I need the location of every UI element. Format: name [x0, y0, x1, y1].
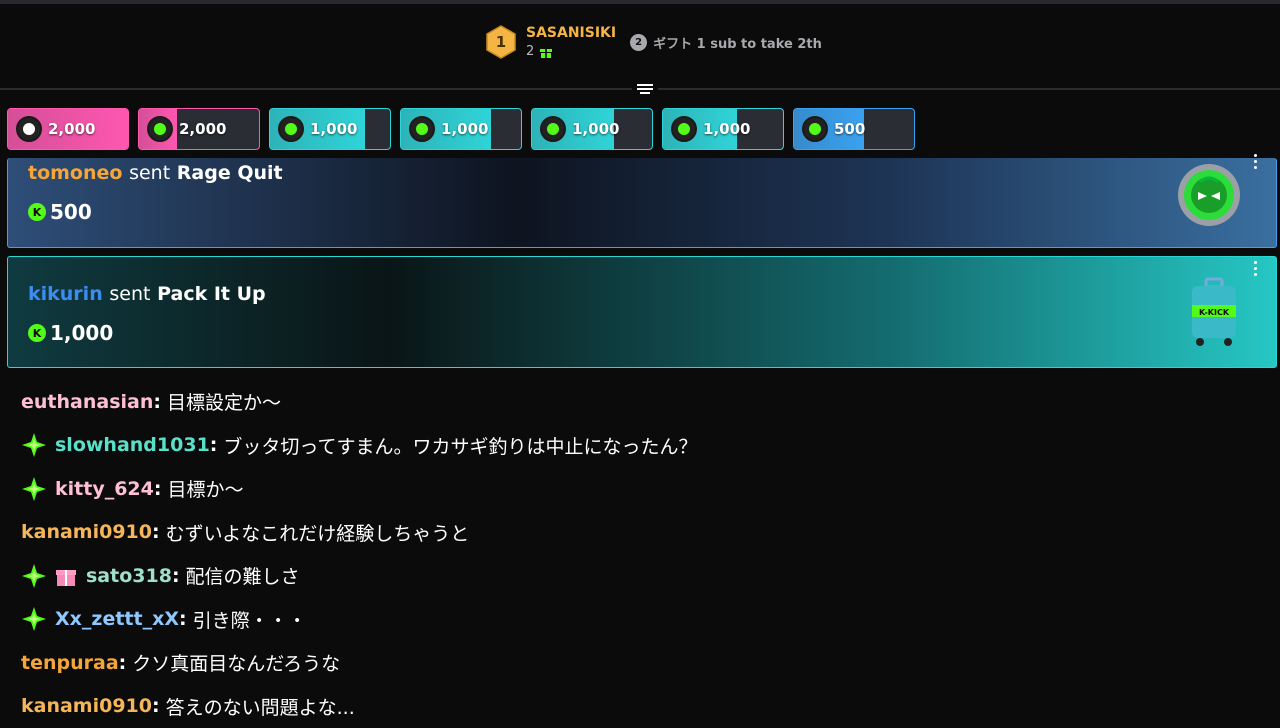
sub-star-icon[interactable]: [21, 606, 47, 632]
chat-text: 答えのない問題よな...: [166, 693, 355, 720]
leaderboard-pill[interactable]: 2,000: [7, 108, 129, 150]
pill-amount: 1,000: [441, 120, 488, 138]
sub-star-icon[interactable]: [21, 563, 47, 589]
suitcase-gift-icon: K-KICK: [1186, 277, 1242, 349]
more-options-icon[interactable]: [1254, 154, 1258, 169]
chat-text: 目標か〜: [167, 475, 243, 502]
gift-name: Rage Quit: [177, 162, 283, 184]
gift-sender[interactable]: kikurin: [28, 283, 103, 305]
pill-amount: 1,000: [572, 120, 619, 138]
sent-label: sent: [109, 283, 150, 305]
chat-text: 配信の難しさ: [186, 562, 300, 589]
leaderboard-pill[interactable]: 1,000: [531, 108, 653, 150]
gift-card-rage-quit[interactable]: tomoneo sent Rage Quit K 500: [7, 158, 1277, 248]
chat-message: euthanasian: 目標設定か〜: [21, 380, 1277, 424]
next-rank-icon: 2: [630, 34, 647, 51]
chat-message: tenpuraa:クソ真面目なんだろうな: [21, 641, 1277, 685]
leaderboard-pill[interactable]: 1,000: [269, 108, 391, 150]
chat-feed: tomoneo sent Rage Quit K 500 kikurin sen…: [7, 158, 1277, 728]
kick-leaderboard-pills: 2,000 2,000 1,000 1,000 1,000 1,000 500: [7, 108, 915, 150]
gift-card-pack-it-up[interactable]: kikurin sent Pack It Up K 1,000 K-KICK: [7, 256, 1277, 368]
leaderboard-pill[interactable]: 1,000: [400, 108, 522, 150]
avatar: [540, 116, 566, 142]
chat-message: sato318: 配信の難しさ: [21, 554, 1277, 598]
chat-message: slowhand1031:ブッタ切ってすまん。ワカサギ釣りは中止になったん？: [21, 424, 1277, 468]
chat-text: 引き際・・・: [193, 606, 307, 633]
avatar: [409, 116, 435, 142]
collapse-menu-icon[interactable]: [632, 79, 658, 99]
chat-separator: :: [152, 521, 160, 543]
chat-message: kitty_624:目標か〜: [21, 467, 1277, 511]
top-border: [0, 0, 1280, 4]
avatar: [278, 116, 304, 142]
chat-separator: :: [152, 695, 160, 717]
chat-separator: :: [179, 608, 187, 630]
leaderboard-pill[interactable]: 1,000: [662, 108, 784, 150]
next-rank-text: ギフト 1 sub to take 2th: [653, 33, 822, 52]
chat-text: 目標設定か〜: [167, 388, 281, 415]
chat-username[interactable]: tenpuraa: [21, 652, 119, 674]
chat-username[interactable]: sato318: [86, 565, 172, 587]
gift-icon: [540, 46, 552, 58]
chat-messages: euthanasian:目標設定か〜slowhand1031:ブッタ切ってすまん…: [7, 380, 1277, 728]
rank-number: 1: [486, 33, 516, 51]
chat-separator: :: [119, 652, 127, 674]
gift-icon[interactable]: [55, 565, 77, 587]
gift-amount: 1,000: [50, 321, 113, 345]
chat-username[interactable]: slowhand1031: [55, 434, 210, 456]
svg-text:K-KICK: K-KICK: [1199, 308, 1230, 317]
next-rank-goal: 2 ギフト 1 sub to take 2th: [630, 33, 822, 52]
pill-amount: 1,000: [703, 120, 750, 138]
pill-amount: 2,000: [48, 120, 95, 138]
avatar: [802, 116, 828, 142]
chat-text: ブッタ切ってすまん。ワカサギ釣りは中止になったん？: [223, 432, 697, 459]
gift-sender[interactable]: tomoneo: [28, 162, 122, 184]
chat-username[interactable]: kitty_624: [55, 478, 154, 500]
chat-separator: :: [172, 565, 180, 587]
avatar: [671, 116, 697, 142]
chat-text: クソ真面目なんだろうな: [132, 649, 340, 676]
chat-username[interactable]: kanami0910: [21, 695, 152, 717]
chat-text: むずいよなこれだけ経験しちゃうと: [166, 519, 470, 546]
top-gifter-name[interactable]: SASANISIKI: [526, 23, 616, 43]
chat-separator: :: [210, 434, 218, 456]
more-options-icon[interactable]: [1254, 261, 1258, 276]
chat-username[interactable]: euthanasian: [21, 391, 153, 413]
gift-amount: 500: [50, 200, 92, 224]
pill-amount: 500: [834, 120, 865, 138]
pill-amount: 1,000: [310, 120, 357, 138]
chat-username[interactable]: kanami0910: [21, 521, 152, 543]
top-gifter-count: 2: [526, 43, 616, 61]
chat-separator: :: [153, 391, 161, 413]
sub-star-icon[interactable]: [21, 432, 47, 458]
chat-username[interactable]: Xx_zettt_xX: [55, 608, 179, 630]
pill-amount: 2,000: [179, 120, 226, 138]
rank-badge: 1: [486, 25, 516, 59]
rage-quit-gift-icon: [1176, 162, 1242, 228]
avatar: [16, 116, 42, 142]
sub-star-icon[interactable]: [21, 476, 47, 502]
sent-label: sent: [129, 162, 170, 184]
kick-coin-icon: K: [28, 324, 46, 342]
gift-count: 2: [526, 43, 534, 61]
chat-message: kanami0910: むずいよなこれだけ経験しちゃうと: [21, 511, 1277, 555]
leaderboard-pill[interactable]: 2,000: [138, 108, 260, 150]
gift-name: Pack It Up: [157, 283, 266, 305]
chat-message: Xx_zettt_xX: 引き際・・・: [21, 598, 1277, 642]
avatar: [147, 116, 173, 142]
gift-leaderboard[interactable]: 1 SASANISIKI 2 2 ギフト 1 sub to take 2th: [486, 20, 822, 64]
chat-message: kanami0910: 答えのない問題よな...: [21, 685, 1277, 728]
chat-separator: :: [154, 478, 162, 500]
kick-coin-icon: K: [28, 203, 46, 221]
leaderboard-pill[interactable]: 500: [793, 108, 915, 150]
